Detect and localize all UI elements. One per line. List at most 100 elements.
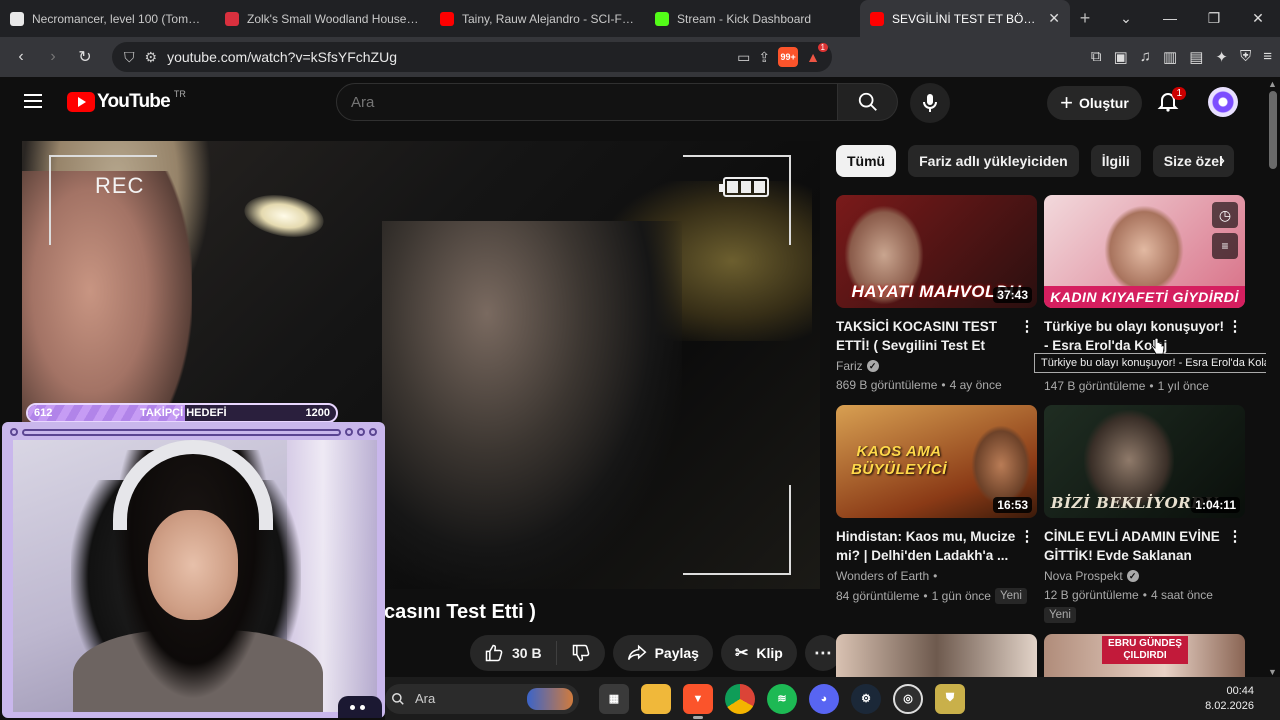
search-button[interactable] bbox=[838, 83, 898, 121]
url-text[interactable]: youtube.com/watch?v=kSfsYFchZUg bbox=[167, 49, 727, 65]
share-button[interactable]: Paylaş bbox=[612, 635, 713, 671]
search-input[interactable] bbox=[336, 83, 838, 121]
bookmark-icon[interactable]: ⛉ bbox=[124, 49, 135, 66]
sidebar-icon[interactable]: ▥ bbox=[1163, 48, 1177, 66]
account-avatar[interactable] bbox=[1208, 87, 1238, 117]
channel-name[interactable]: Nova Prospekt ✓ bbox=[1044, 569, 1245, 583]
recommendation-title[interactable]: TAKSİCİ KOCASINI TEST ETTİ! ( Sevgilini … bbox=[836, 317, 1037, 355]
thumbs-up-icon bbox=[485, 644, 503, 662]
voice-search-button[interactable] bbox=[910, 83, 950, 123]
discord-icon[interactable]: ◕ bbox=[809, 683, 839, 714]
frame-dot-icon bbox=[357, 428, 365, 436]
app-shield-icon[interactable]: ⛊ bbox=[935, 683, 965, 714]
page-scrollbar[interactable]: ▲ ▼ bbox=[1266, 77, 1280, 677]
scrollbar-thumb[interactable] bbox=[1269, 91, 1277, 169]
create-button[interactable]: + Oluştur bbox=[1047, 86, 1142, 120]
scroll-up-icon[interactable]: ▲ bbox=[1268, 79, 1277, 89]
chevron-down-icon[interactable]: ⌄ bbox=[1104, 10, 1148, 27]
tab-favicon bbox=[870, 11, 884, 26]
close-tab-icon[interactable]: ✕ bbox=[1048, 10, 1060, 27]
recommendation-title[interactable]: Türkiye bu olayı konuşuyor! - Esra Erol'… bbox=[1044, 317, 1245, 355]
clip-button[interactable]: ✂ Klip bbox=[720, 635, 797, 671]
more-vertical-icon[interactable]: ⋮ bbox=[1227, 317, 1243, 335]
plus-icon: + bbox=[1060, 90, 1074, 115]
more-vertical-icon[interactable]: ⋮ bbox=[1019, 527, 1035, 545]
hamburger-menu-icon[interactable] bbox=[24, 94, 42, 108]
chrome-icon[interactable] bbox=[725, 683, 755, 714]
spotify-icon[interactable]: ≋ bbox=[767, 683, 797, 714]
video-thumbnail[interactable]: BİZİ BEKLİYORDU 1:04:11 bbox=[1044, 405, 1245, 518]
notifications-button[interactable]: 1 bbox=[1156, 87, 1186, 115]
brave-rewards-icon[interactable]: ▲ 1 bbox=[806, 43, 828, 65]
channel-name[interactable]: Fariz ✓ bbox=[836, 359, 1037, 373]
watch-later-icon[interactable]: ◷ bbox=[1212, 202, 1238, 228]
vpn-icon[interactable]: ⛨ bbox=[1240, 48, 1251, 66]
scroll-down-icon[interactable]: ▼ bbox=[1268, 667, 1277, 677]
recommendation-title[interactable]: Hindistan: Kaos mu, Mucize mi? | Delhi'd… bbox=[836, 527, 1037, 565]
browser-tab-2[interactable]: Zolk's Small Woodland House – B bbox=[215, 0, 430, 37]
more-vertical-icon[interactable]: ⋮ bbox=[1227, 527, 1243, 545]
reload-icon[interactable]: ↻ bbox=[72, 44, 98, 70]
browser-tab-3[interactable]: Tainy, Rauw Alejandro - SCI-FI (Off bbox=[430, 0, 645, 37]
steam-icon[interactable]: ⚙ bbox=[851, 683, 881, 714]
taskbar-search[interactable]: Ara bbox=[385, 683, 579, 714]
recommendation-card[interactable]: BİZİ BEKLİYORDU 1:04:11 ⋮ CİNLE EVLİ ADA… bbox=[1044, 405, 1245, 623]
video-thumbnail[interactable] bbox=[836, 634, 1037, 677]
obs-icon[interactable]: ◎ bbox=[893, 683, 923, 714]
menu-icon[interactable]: ≡ bbox=[1263, 48, 1272, 66]
chip-related[interactable]: İlgili bbox=[1090, 145, 1141, 177]
frame-dot-icon bbox=[369, 428, 377, 436]
video-meta: 12 B görüntüleme • 4 saat önce bbox=[1044, 588, 1245, 602]
share-icon[interactable]: ⇪ bbox=[758, 49, 770, 66]
battery-icon bbox=[719, 177, 769, 197]
follower-current: 612 bbox=[34, 407, 53, 419]
address-bar[interactable]: ⛉ ⚙ youtube.com/watch?v=kSfsYFchZUg ▭ ⇪ … bbox=[112, 42, 832, 72]
brave-shield-icon[interactable]: 99+ bbox=[778, 47, 799, 67]
leo-ai-icon[interactable]: ✦ bbox=[1215, 48, 1228, 66]
webcam-feed bbox=[13, 440, 377, 712]
like-button[interactable]: 30 B bbox=[470, 641, 557, 665]
view-count: 12 B görüntüleme bbox=[1044, 588, 1139, 602]
close-window-icon[interactable]: ✕ bbox=[1236, 10, 1280, 27]
channel-name[interactable]: Wonders of Earth • bbox=[836, 569, 1037, 583]
youtube-header: YouTube TR + Oluştur 1 bbox=[0, 77, 1266, 127]
video-thumbnail[interactable]: HAYATI MAHVOLDU 37:43 bbox=[836, 195, 1037, 308]
minimize-icon[interactable]: — bbox=[1148, 10, 1192, 27]
new-tab-button[interactable]: + bbox=[1070, 8, 1100, 29]
music-icon[interactable]: ♫ bbox=[1140, 48, 1151, 66]
browser-tab-4[interactable]: Stream - Kick Dashboard bbox=[645, 0, 860, 37]
dislike-button[interactable] bbox=[557, 643, 605, 663]
video-thumbnail[interactable]: EBRU GÜNDEŞ ÇILDIRDI bbox=[1044, 634, 1245, 677]
recommendation-card[interactable] bbox=[836, 634, 1037, 677]
task-view-icon[interactable]: ▦ bbox=[599, 683, 629, 714]
recommendation-card[interactable]: EBRU GÜNDEŞ ÇILDIRDI bbox=[1044, 634, 1245, 677]
chip-all[interactable]: Tümü bbox=[836, 145, 897, 177]
extensions-icon[interactable]: ⧉ bbox=[1091, 48, 1102, 66]
tab-favicon bbox=[10, 11, 24, 26]
forward-icon[interactable]: › bbox=[40, 44, 66, 70]
recommendation-card[interactable]: HAYATI MAHVOLDU 37:43 ⋮ TAKSİCİ KOCASINI… bbox=[836, 195, 1037, 392]
thumbnail-figure bbox=[1104, 205, 1184, 295]
restore-icon[interactable]: ❐ bbox=[1192, 10, 1236, 27]
browser-tab-active[interactable]: SEVGİLİNİ TEST ET BÖLÜM 35 ✕ bbox=[860, 0, 1070, 37]
youtube-logo[interactable]: YouTube TR bbox=[67, 89, 186, 113]
recommendation-card[interactable]: KAOS AMA BÜYÜLEYİCİ 16:53 ⋮ Hindistan: K… bbox=[836, 405, 1037, 604]
brave-browser-icon[interactable]: ▼ bbox=[683, 683, 713, 719]
video-meta: 869 B görüntüleme • 4 ay önce bbox=[836, 378, 1037, 392]
chip-from-uploader[interactable]: Fariz adlı yükleyiciden bbox=[908, 145, 1079, 177]
browser-tab-1[interactable]: Necromancer, level 100 (Tombs of bbox=[0, 0, 215, 37]
cast-icon[interactable]: ▭ bbox=[737, 49, 750, 66]
taskbar-clock[interactable]: 00:44 8.02.2026 bbox=[1205, 684, 1254, 714]
video-thumbnail[interactable]: KAOS AMA BÜYÜLEYİCİ 16:53 bbox=[836, 405, 1037, 518]
file-explorer-icon[interactable] bbox=[641, 683, 671, 714]
add-to-queue-icon[interactable]: ≡ bbox=[1212, 233, 1238, 259]
follower-goal-bar: 612 TAKİPÇİ HEDEFİ 1200 bbox=[26, 403, 338, 423]
recommendation-title[interactable]: CİNLE EVLİ ADAMIN EVİNE GİTTİK! Evde Sak… bbox=[1044, 527, 1245, 565]
wallet-icon[interactable]: ▤ bbox=[1189, 48, 1203, 66]
chevron-right-icon[interactable]: › bbox=[1210, 150, 1234, 174]
more-vertical-icon[interactable]: ⋮ bbox=[1019, 317, 1035, 335]
site-info-icon[interactable]: ⚙ bbox=[145, 49, 158, 66]
video-thumbnail[interactable]: KADIN KIYAFETİ GİYDİRDİ ◷ ≡ bbox=[1044, 195, 1245, 308]
back-icon[interactable]: ‹ bbox=[8, 44, 34, 70]
screenshot-icon[interactable]: ▣ bbox=[1114, 48, 1128, 66]
